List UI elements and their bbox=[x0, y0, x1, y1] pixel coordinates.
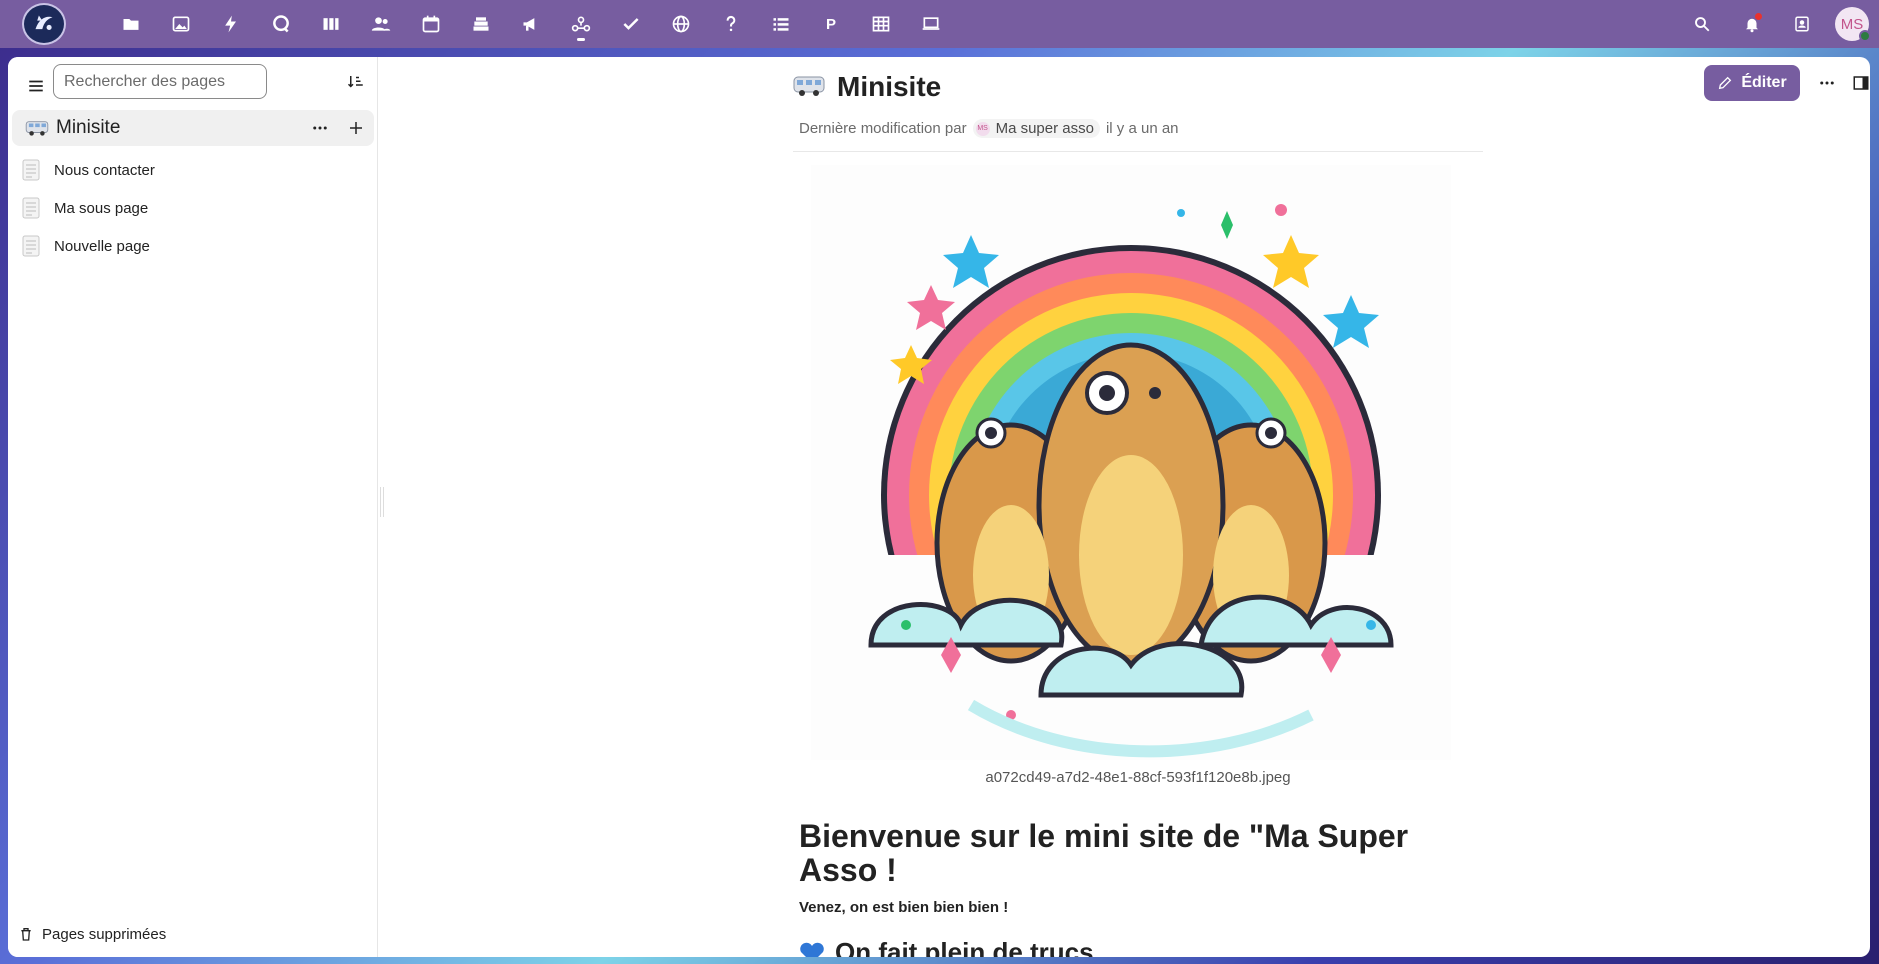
pages-sidebar: Minisite Nous contacter Ma sous page Nou… bbox=[8, 57, 378, 957]
document-icon bbox=[22, 159, 40, 181]
header-right: MS bbox=[1677, 0, 1879, 48]
polls-icon[interactable]: P bbox=[806, 0, 856, 48]
page-header: Minisite Dernière modification par MS Ma… bbox=[793, 57, 1483, 152]
sidebar-item-page[interactable]: Nouvelle page bbox=[8, 227, 378, 265]
page-actions-icon[interactable] bbox=[1809, 65, 1845, 101]
top-navigation-bar: P MS bbox=[0, 0, 1879, 48]
deck-columns-icon[interactable] bbox=[306, 0, 356, 48]
section-heading-text: On fait plein de trucs bbox=[835, 937, 1094, 957]
page-subtitle: Venez, on est bien bien bien ! bbox=[799, 899, 1009, 916]
sort-icon[interactable] bbox=[344, 70, 368, 94]
last-modified-time: il y a un an bbox=[1105, 120, 1179, 137]
avatar-initials: MS bbox=[1840, 15, 1864, 33]
folder-icon[interactable] bbox=[106, 0, 156, 48]
user-chip[interactable]: MS Ma super asso bbox=[972, 119, 1100, 138]
sidebar-item-root[interactable]: Minisite bbox=[12, 110, 374, 146]
search-icon[interactable] bbox=[1677, 0, 1727, 48]
deleted-pages-button[interactable]: Pages supprimées bbox=[18, 921, 166, 947]
toggle-sidebar-icon[interactable] bbox=[1845, 67, 1870, 99]
last-modified-info: Dernière modification par MS Ma super as… bbox=[799, 119, 1179, 138]
last-modified-prefix: Dernière modification par bbox=[799, 120, 967, 137]
document-icon bbox=[22, 197, 40, 219]
help-icon[interactable] bbox=[706, 0, 756, 48]
bolt-icon[interactable] bbox=[206, 0, 256, 48]
trash-icon bbox=[21, 928, 31, 941]
nextcloud-logo[interactable] bbox=[22, 3, 66, 45]
contacts-icon[interactable] bbox=[356, 0, 406, 48]
chat-bubble-icon[interactable] bbox=[256, 0, 306, 48]
page-list: Nous contacter Ma sous page Nouvelle pag… bbox=[8, 151, 378, 265]
notification-dot bbox=[1755, 13, 1762, 20]
globe-icon[interactable] bbox=[656, 0, 706, 48]
sidebar-item-page[interactable]: Nous contacter bbox=[8, 151, 378, 189]
image-icon[interactable] bbox=[156, 0, 206, 48]
contacts-menu-icon[interactable] bbox=[1777, 0, 1827, 48]
list-icon[interactable] bbox=[756, 0, 806, 48]
polls-label: P bbox=[825, 15, 836, 33]
minibus-emoji-icon bbox=[24, 118, 50, 138]
deleted-pages-label: Pages supprimées bbox=[42, 925, 167, 943]
app-menu: P bbox=[106, 0, 956, 48]
minibus-emoji-icon bbox=[793, 76, 825, 96]
page-content: Minisite Dernière modification par MS Ma… bbox=[379, 57, 1870, 957]
hamburger-menu-icon[interactable] bbox=[20, 70, 52, 102]
add-page-icon[interactable] bbox=[338, 110, 374, 146]
section-heading: On fait plein de trucs bbox=[799, 937, 1094, 957]
user-chip-name: Ma super asso bbox=[995, 120, 1094, 137]
page-title: Nouvelle page bbox=[54, 237, 150, 255]
page-title: Nous contacter bbox=[54, 161, 155, 179]
pencil-icon bbox=[1719, 76, 1732, 90]
page-title: Ma sous page bbox=[54, 199, 149, 217]
edit-button-label: Éditer bbox=[1741, 74, 1787, 91]
logo-icon bbox=[28, 8, 60, 40]
user-chip-avatar: MS bbox=[975, 121, 990, 136]
check-icon[interactable] bbox=[606, 0, 656, 48]
megaphone-icon[interactable] bbox=[506, 0, 556, 48]
edit-button[interactable]: Éditer bbox=[1704, 65, 1800, 101]
page-title: Minisite bbox=[837, 71, 942, 102]
document-icon bbox=[22, 235, 40, 257]
stack-icon[interactable] bbox=[456, 0, 506, 48]
user-avatar[interactable]: MS bbox=[1835, 7, 1871, 42]
collectives-icon[interactable] bbox=[556, 0, 606, 48]
root-page-title: Minisite bbox=[56, 117, 121, 138]
calendar-icon[interactable] bbox=[406, 0, 456, 48]
table-icon[interactable] bbox=[856, 0, 906, 48]
page-heading: Bienvenue sur le mini site de "Ma Super … bbox=[799, 818, 1409, 888]
bell-icon[interactable] bbox=[1727, 0, 1777, 48]
capybara-rainbow-image[interactable] bbox=[811, 165, 1451, 775]
laptop-icon[interactable] bbox=[906, 0, 956, 48]
app-window: Minisite Nous contacter Ma sous page Nou… bbox=[8, 57, 1870, 957]
image-caption: a072cd49-a7d2-48e1-88cf-593f1f120e8b.jpe… bbox=[985, 769, 1291, 786]
blue-heart-icon bbox=[800, 942, 824, 957]
online-status-icon bbox=[1859, 30, 1871, 42]
search-pages-input[interactable] bbox=[53, 64, 267, 99]
more-options-icon[interactable] bbox=[302, 110, 338, 146]
sidebar-item-page[interactable]: Ma sous page bbox=[8, 189, 378, 227]
